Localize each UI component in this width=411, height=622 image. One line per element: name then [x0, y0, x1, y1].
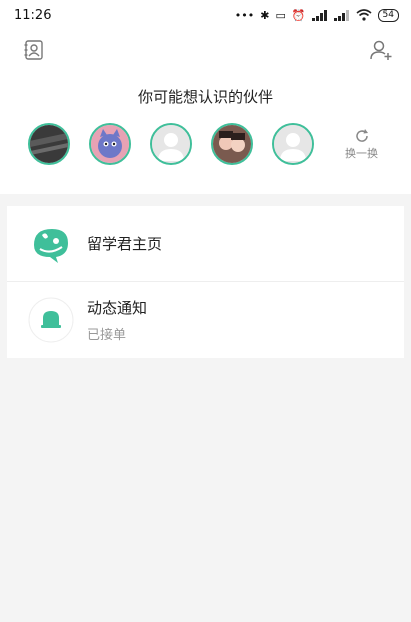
avatar-row: 换一换: [0, 123, 411, 165]
wifi-icon: [356, 9, 372, 21]
more-dots-icon: •••: [234, 8, 255, 22]
signal-icon: [311, 9, 327, 21]
add-user-icon: [370, 40, 392, 60]
avatar-suggested-5[interactable]: [272, 123, 314, 165]
list-item-title: 留学君主页: [87, 235, 163, 253]
avatar-suggested-3[interactable]: [150, 123, 192, 165]
suggest-title: 你可能想认识的伙伴: [137, 88, 273, 106]
list-item-notifications[interactable]: 动态通知 已接单: [7, 282, 404, 358]
cartoon-cat-image: [91, 125, 129, 163]
suggested-partners-card: 你可能想认识的伙伴 换一换: [0, 70, 411, 194]
avatar-suggested-1[interactable]: [28, 123, 70, 165]
add-friend-button[interactable]: [369, 38, 393, 62]
contacts-book-icon: [24, 40, 43, 60]
status-time: 11:26: [14, 7, 52, 23]
photo-dark-image: [30, 125, 68, 163]
bell-icon: [27, 296, 75, 344]
contacts-button[interactable]: [22, 38, 46, 62]
feature-list: 留学君主页 动态通知 已接单: [7, 206, 404, 358]
bluetooth-icon: ✱: [260, 8, 270, 22]
photo-couple-image: [213, 125, 251, 163]
vibrate-icon: ▭: [275, 8, 286, 22]
list-item-title: 动态通知: [87, 299, 148, 317]
avatar-suggested-2[interactable]: [89, 123, 131, 165]
status-bar: 11:26 ••• ✱ ▭ ⏰ 54: [0, 0, 411, 30]
whale-logo-icon: [27, 220, 75, 268]
battery-icon: 54: [377, 8, 399, 22]
default-avatar-icon: [274, 125, 312, 163]
top-bar: [0, 30, 411, 70]
avatar-suggested-4[interactable]: [211, 123, 253, 165]
list-item-subtitle: 已接单: [87, 328, 127, 343]
section-gap: [0, 194, 411, 206]
status-icons: ••• ✱ ▭ ⏰ 54: [234, 8, 399, 22]
refresh-button[interactable]: 换一换: [345, 127, 378, 161]
refresh-icon: [355, 129, 368, 142]
default-avatar-icon: [152, 125, 190, 163]
list-item-homepage[interactable]: 留学君主页: [7, 206, 404, 282]
refresh-label: 换一换: [345, 147, 378, 160]
alarm-icon: ⏰: [291, 8, 306, 22]
signal-icon-2: [333, 9, 349, 21]
